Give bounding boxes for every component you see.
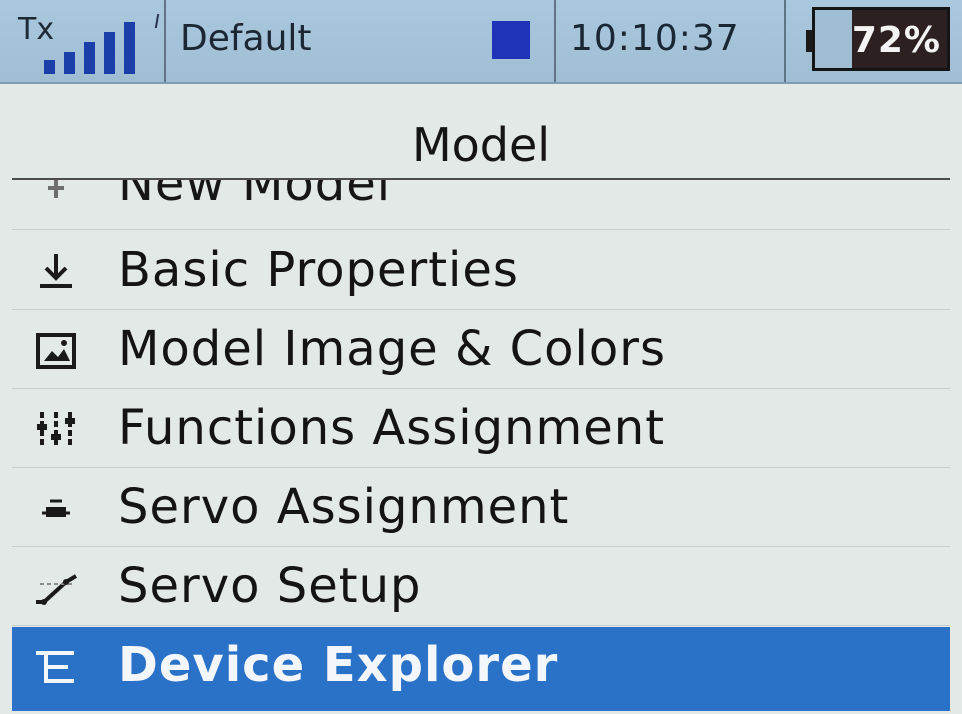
battery-icon: 72% (812, 7, 950, 71)
menu-item-label: Servo Assignment (118, 479, 570, 535)
menu-item-label: New Model (118, 180, 392, 212)
image-icon (34, 331, 78, 371)
battery-empty-portion (815, 10, 852, 68)
title-area: Model (0, 84, 962, 180)
menu-item-servo-assignment[interactable]: Servo Assignment (12, 469, 950, 547)
tx-signal-indicator[interactable]: Tx (0, 0, 166, 82)
model-name: Default (180, 18, 312, 59)
time-display: 10:10:37 (570, 18, 740, 59)
sliders-icon (34, 410, 78, 450)
model-status-square-icon (492, 21, 530, 59)
model-menu-list[interactable]: New Model Basic Properties Model Image &… (0, 180, 962, 714)
menu-item-basic-properties[interactable]: Basic Properties (12, 232, 950, 310)
menu-item-label: Device Explorer (118, 637, 559, 693)
menu-item-label: Basic Properties (118, 242, 519, 298)
new-model-icon (34, 180, 78, 214)
menu-item-model-image-colors[interactable]: Model Image & Colors (12, 311, 950, 389)
model-indicator[interactable]: Default (166, 0, 556, 82)
menu-item-label: Model Image & Colors (118, 321, 666, 377)
status-bar: Tx Default 10:10:37 72% (0, 0, 962, 84)
screen: Tx Default 10:10:37 72% Model New Model … (0, 0, 962, 714)
battery-percent: 72% (851, 20, 941, 61)
menu-item-new-model[interactable]: New Model (12, 180, 950, 230)
menu-item-device-explorer[interactable]: Device Explorer (12, 627, 950, 711)
servo-icon (34, 489, 78, 529)
tree-icon (34, 647, 78, 687)
page-title: Model (411, 118, 551, 172)
menu-item-label: Servo Setup (118, 558, 422, 614)
menu-item-functions-assignment[interactable]: Functions Assignment (12, 390, 950, 468)
curve-icon (34, 568, 78, 608)
menu-item-label: Functions Assignment (118, 400, 666, 456)
signal-strength-icon (44, 14, 160, 74)
download-arrow-icon (34, 252, 78, 292)
menu-item-servo-setup[interactable]: Servo Setup (12, 548, 950, 626)
clock[interactable]: 10:10:37 (556, 0, 786, 82)
battery-indicator[interactable]: 72% (786, 0, 962, 82)
